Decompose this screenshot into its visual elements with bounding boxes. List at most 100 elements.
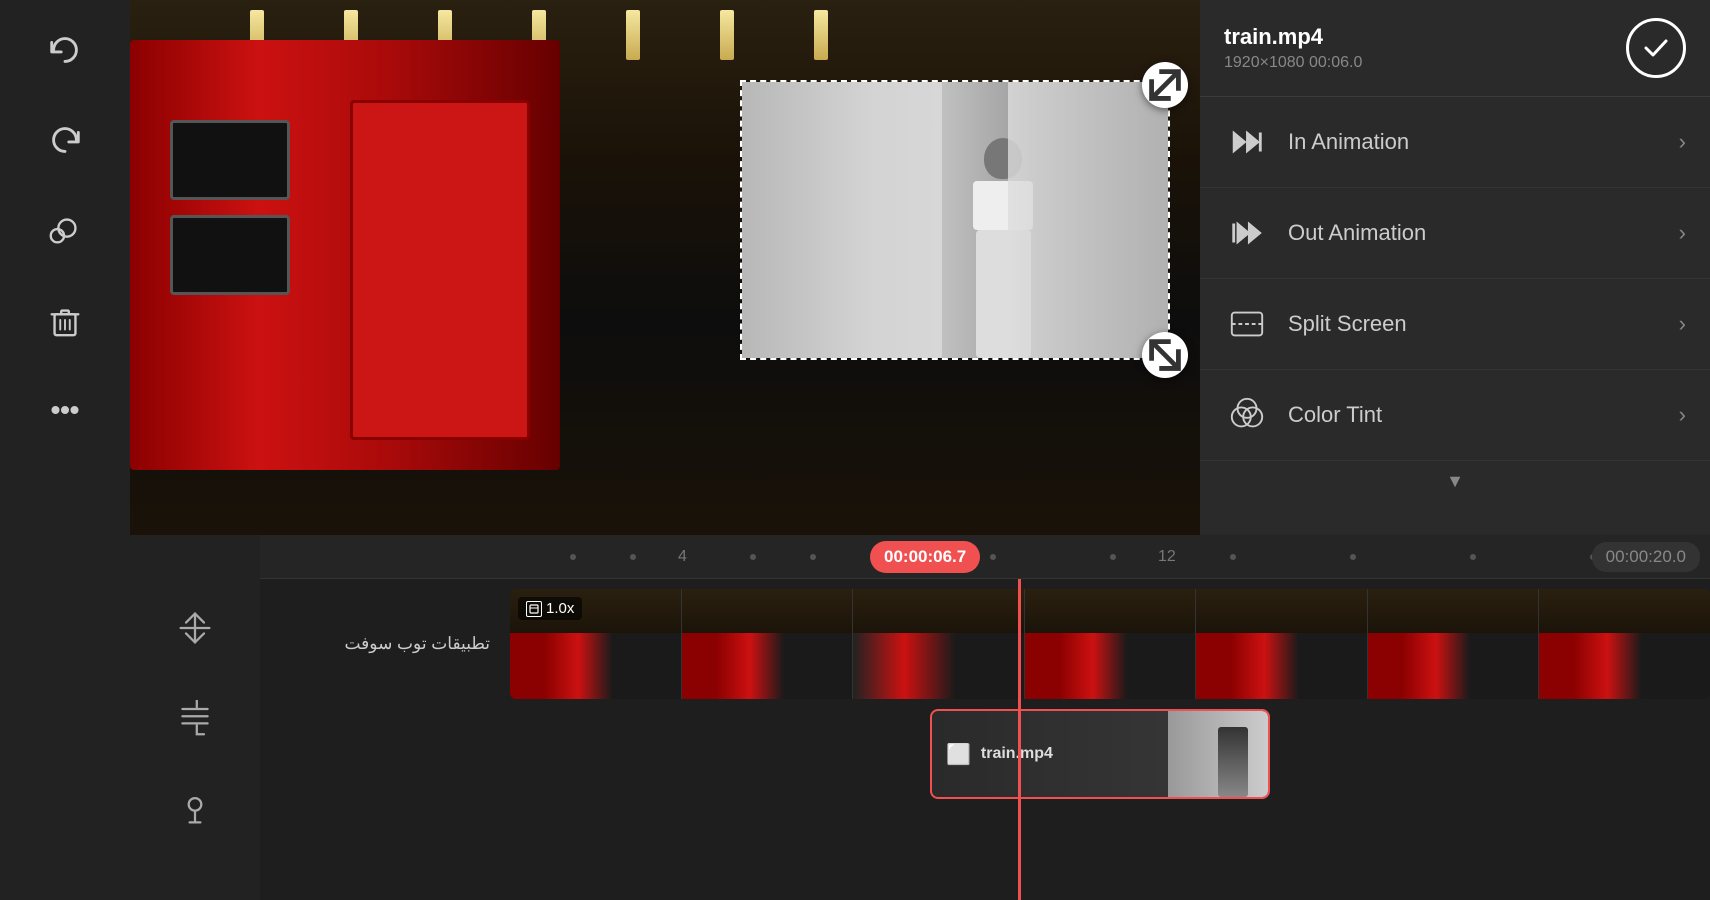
effects-button[interactable] [35, 200, 95, 260]
ruler-dot-3 [750, 554, 756, 560]
main-track-clips[interactable]: 1.0x [510, 589, 1710, 699]
split-screen-label: Split Screen [1288, 311, 1661, 337]
pip-blur-right [1008, 82, 1168, 358]
sidebar [0, 0, 130, 900]
pip-blur-left [742, 82, 942, 358]
thumb-train-1 [510, 633, 681, 699]
out-animation-item[interactable]: Out Animation › [1200, 188, 1710, 279]
color-tint-arrow: › [1679, 402, 1686, 428]
playhead-time-display: 00:00:06.7 [870, 541, 980, 573]
train-window-2 [170, 215, 290, 295]
thumb-train-2 [682, 633, 853, 699]
train-windows [170, 120, 290, 295]
thumb-platform-2 [682, 589, 853, 639]
ruler-number-12: 12 [1158, 548, 1176, 566]
clip-thumb-6 [1368, 589, 1540, 699]
color-tint-item[interactable]: Color Tint › [1200, 370, 1710, 461]
resize-handle-bottomright[interactable] [1142, 332, 1188, 378]
main-track: تطبيقات توب سوفت [260, 589, 1710, 699]
main-track-label: تطبيقات توب سوفت [260, 634, 510, 654]
train-window-1 [170, 120, 290, 200]
pip-video-content [742, 82, 1168, 358]
video-preview [130, 0, 1200, 535]
timeline-align-button[interactable] [165, 688, 225, 748]
in-animation-item[interactable]: In Animation › [1200, 97, 1710, 188]
color-tint-label: Color Tint [1288, 402, 1661, 428]
clip-thumb-2 [682, 589, 854, 699]
panel-scroll-indicator: ▼ [1200, 461, 1710, 502]
redo-button[interactable] [35, 110, 95, 170]
speed-icon [526, 601, 542, 617]
panel-header: train.mp4 1920×1080 00:06.0 [1200, 0, 1710, 97]
out-animation-arrow: › [1679, 220, 1686, 246]
delete-button[interactable] [35, 290, 95, 350]
overlay-clip-inner: ⬜ train.mp4 [932, 711, 1067, 797]
ruler-number-4: 4 [678, 548, 687, 566]
ruler-dot-4 [810, 554, 816, 560]
ruler-dot-7 [1230, 554, 1236, 560]
thumb-train-4 [1025, 633, 1196, 699]
ruler-dot-5 [990, 554, 996, 560]
thumb-platform-4 [1025, 589, 1196, 639]
panel-file-info: train.mp4 1920×1080 00:06.0 [1224, 24, 1362, 72]
ruler-dot-8 [1350, 554, 1356, 560]
speed-label: 1.0x [546, 600, 574, 617]
overlay-clip-thumb [1168, 711, 1268, 797]
thumb-platform-7 [1539, 589, 1710, 639]
playhead-line [1018, 579, 1021, 900]
split-screen-icon [1224, 301, 1270, 347]
main-clip[interactable]: 1.0x [510, 589, 1710, 699]
light-7 [814, 10, 828, 60]
in-animation-icon [1224, 119, 1270, 165]
more-button[interactable] [35, 380, 95, 440]
thumb-platform-3 [853, 589, 1024, 639]
speed-badge: 1.0x [518, 597, 582, 620]
clip-thumb-7 [1539, 589, 1710, 699]
thumb-platform-6 [1368, 589, 1539, 639]
train-background [130, 40, 560, 470]
ruler-marks: 4 00:00:06.7 12 00:00:20.0 [510, 535, 1710, 578]
in-animation-arrow: › [1679, 129, 1686, 155]
pip-clip[interactable] [740, 80, 1170, 360]
resize-handle-topleft[interactable] [1142, 62, 1188, 108]
undo-button[interactable] [35, 20, 95, 80]
ruler-dot-9 [1470, 554, 1476, 560]
right-panel: train.mp4 1920×1080 00:06.0 [1200, 0, 1710, 535]
out-animation-label: Out Animation [1288, 220, 1661, 246]
top-row: train.mp4 1920×1080 00:06.0 [130, 0, 1710, 535]
color-tint-icon [1224, 392, 1270, 438]
thumb-train-6 [1368, 633, 1539, 699]
main-area: train.mp4 1920×1080 00:06.0 [130, 0, 1710, 900]
thumb-platform-5 [1196, 589, 1367, 639]
ruler-dot-2 [630, 554, 636, 560]
overlay-clip[interactable]: ⬜ train.mp4 [930, 709, 1270, 799]
ruler-dot-6 [1110, 554, 1116, 560]
scroll-down-arrow: ▼ [1446, 471, 1464, 492]
clip-thumb-3 [853, 589, 1025, 699]
panel-filename: train.mp4 [1224, 24, 1362, 50]
overlay-clip-icon: ⬜ [946, 742, 971, 767]
out-animation-icon [1224, 210, 1270, 256]
split-screen-item[interactable]: Split Screen › [1200, 279, 1710, 370]
light-6 [720, 10, 734, 60]
timeline-ruler: 4 00:00:06.7 12 00:00:20.0 [260, 535, 1710, 579]
in-animation-label: In Animation [1288, 129, 1661, 155]
timeline-main: 4 00:00:06.7 12 00:00:20.0 [260, 535, 1710, 900]
light-5 [626, 10, 640, 60]
train-door [350, 100, 530, 440]
timeline-area: 4 00:00:06.7 12 00:00:20.0 [130, 535, 1710, 900]
done-button[interactable] [1626, 18, 1686, 78]
ruler-total-time: 00:00:20.0 [1592, 542, 1700, 572]
overlay-thumb-figure [1218, 727, 1248, 797]
thumb-train-7 [1539, 633, 1710, 699]
overlay-track: ⬜ train.mp4 [510, 709, 1710, 799]
timeline-left-tools [130, 535, 260, 900]
timeline-pin-button[interactable] [165, 778, 225, 838]
thumb-train-3 [853, 633, 1024, 699]
thumb-train-5 [1196, 633, 1367, 699]
timeline-tracks: تطبيقات توب سوفت [260, 579, 1710, 900]
clip-thumb-4 [1025, 589, 1197, 699]
timeline-split-button[interactable] [165, 598, 225, 658]
clip-thumb-5 [1196, 589, 1368, 699]
split-screen-arrow: › [1679, 311, 1686, 337]
